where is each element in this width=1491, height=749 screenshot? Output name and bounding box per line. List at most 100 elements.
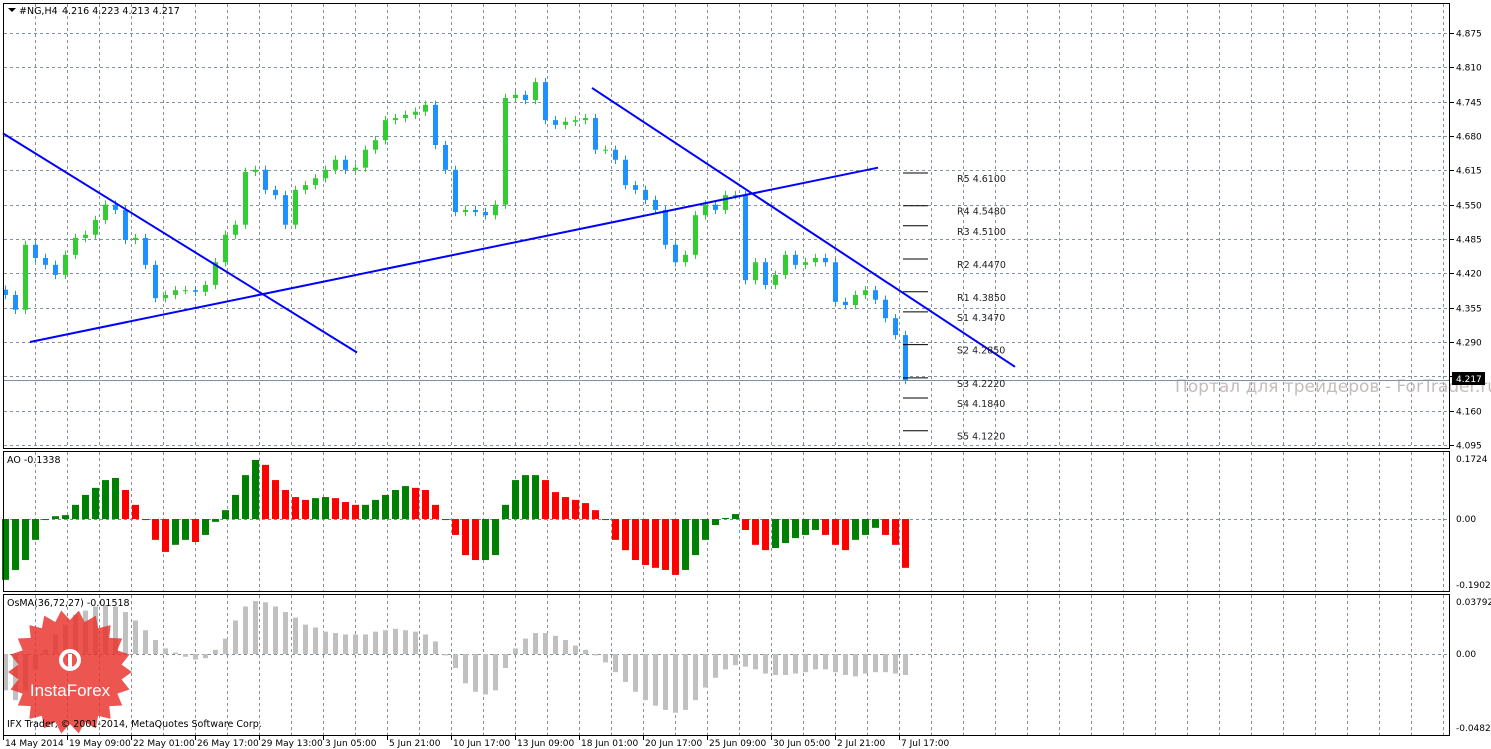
candle-bullish bbox=[253, 169, 258, 172]
candle-bullish bbox=[313, 178, 318, 186]
ao-bar bbox=[802, 519, 809, 535]
ao-bar bbox=[492, 519, 499, 556]
candle-bearish bbox=[53, 264, 58, 275]
fortrader-watermark: Портал для трейдеров - ForTrader.ru bbox=[1175, 377, 1491, 397]
osma-bar bbox=[893, 654, 898, 674]
ao-bar bbox=[202, 519, 209, 535]
candle-bearish bbox=[263, 169, 268, 190]
indicator-axis-label: 0.00 bbox=[1456, 650, 1476, 660]
osma-bar bbox=[123, 612, 128, 654]
ao-bar bbox=[312, 498, 319, 519]
osma-bar bbox=[563, 640, 568, 654]
ao-bar bbox=[192, 519, 199, 542]
ao-bar bbox=[252, 459, 259, 519]
osma-bar bbox=[663, 654, 668, 710]
candle-bearish bbox=[903, 335, 908, 380]
candle-bearish bbox=[113, 204, 118, 210]
pivot-name: S1 bbox=[957, 313, 969, 324]
pivot-name: S4 bbox=[957, 399, 969, 410]
ao-bar bbox=[602, 519, 609, 521]
osma-bar bbox=[483, 654, 488, 695]
price-axis-label: 4.290 bbox=[1456, 339, 1482, 349]
price-axis-label: 4.615 bbox=[1456, 167, 1482, 177]
ao-bar bbox=[52, 516, 59, 519]
ao-bar bbox=[432, 504, 439, 519]
ao-bar bbox=[112, 477, 119, 519]
ao-bar bbox=[752, 519, 759, 545]
ao-bar bbox=[842, 519, 849, 551]
ao-bar bbox=[322, 497, 329, 519]
ao-bar bbox=[562, 497, 569, 519]
pivot-label: R5 4.6100 bbox=[957, 174, 1006, 185]
trading-chart[interactable]: InstaForex Портал для трейдеров - ForTra… bbox=[0, 0, 1491, 749]
candle-bullish bbox=[223, 234, 228, 263]
candle-bullish bbox=[423, 104, 428, 112]
candle-bearish bbox=[883, 299, 888, 319]
ao-bar bbox=[392, 489, 399, 519]
symbol-label: #NG,H4 bbox=[19, 6, 58, 17]
osma-bar bbox=[463, 654, 468, 684]
osma-bar bbox=[673, 654, 678, 713]
candle-bearish bbox=[543, 82, 548, 121]
osma-bar bbox=[473, 654, 478, 692]
candle-bullish bbox=[403, 114, 408, 119]
osma-panel[interactable] bbox=[3, 601, 908, 713]
osma-bar bbox=[513, 648, 518, 654]
osma-bar bbox=[243, 606, 248, 654]
candle-bearish bbox=[483, 212, 488, 216]
ao-bar bbox=[762, 519, 769, 551]
collapse-triangle-icon[interactable] bbox=[8, 8, 16, 12]
osma-bar bbox=[593, 654, 598, 656]
pivot-name: R3 bbox=[957, 227, 970, 238]
ao-bar bbox=[612, 519, 619, 540]
osma-bar bbox=[753, 654, 758, 670]
ao-bar bbox=[332, 498, 339, 519]
osma-bar bbox=[173, 652, 178, 654]
candle-bullish bbox=[563, 121, 568, 125]
pivot-name: R2 bbox=[957, 260, 970, 271]
candle-bullish bbox=[363, 149, 368, 168]
ao-bar bbox=[502, 504, 509, 519]
ao-bar bbox=[172, 519, 179, 545]
ao-bar bbox=[902, 519, 909, 568]
ao-bar bbox=[892, 519, 899, 545]
trendline[interactable] bbox=[2, 132, 358, 354]
pivot-value: 4.6100 bbox=[973, 174, 1006, 185]
ao-bar bbox=[712, 519, 719, 526]
ao-bar bbox=[722, 517, 729, 519]
pivot-name: R5 bbox=[957, 174, 970, 185]
candle-bearish bbox=[283, 195, 288, 225]
osma-bar bbox=[423, 634, 428, 654]
candle-bullish bbox=[513, 94, 518, 98]
osma-bar bbox=[293, 617, 298, 654]
osma-bar bbox=[823, 654, 828, 670]
osma-bar bbox=[603, 654, 608, 663]
candle-bullish bbox=[163, 294, 168, 299]
ao-bar bbox=[72, 504, 79, 519]
osma-bar bbox=[803, 654, 808, 673]
osma-bar bbox=[363, 634, 368, 654]
ao-bar bbox=[472, 519, 479, 561]
osma-bar bbox=[523, 638, 528, 654]
ao-bar bbox=[742, 519, 749, 530]
ao-bar bbox=[732, 514, 739, 519]
pivot-label: S5 4.1220 bbox=[957, 432, 1005, 443]
candle-bullish bbox=[503, 97, 508, 205]
osma-bar bbox=[413, 631, 418, 654]
osma-bar bbox=[693, 654, 698, 701]
price-axis-label: 4.420 bbox=[1456, 270, 1482, 280]
candle-bullish bbox=[303, 185, 308, 190]
osma-bar bbox=[883, 654, 888, 673]
ao-bar bbox=[662, 519, 669, 570]
osma-bar bbox=[763, 654, 768, 674]
pivot-value: 4.2850 bbox=[972, 346, 1005, 357]
candle-bearish bbox=[43, 257, 48, 265]
candle-bearish bbox=[623, 159, 628, 186]
candle-bearish bbox=[553, 120, 558, 125]
ao-bar bbox=[522, 475, 529, 519]
candle-bullish bbox=[603, 149, 608, 151]
osma-bar bbox=[443, 654, 448, 656]
candle-bearish bbox=[893, 318, 898, 336]
indicator-axis-label: 0.03792 bbox=[1456, 598, 1491, 608]
time-axis-label: 10 Jun 17:00 bbox=[453, 739, 510, 749]
